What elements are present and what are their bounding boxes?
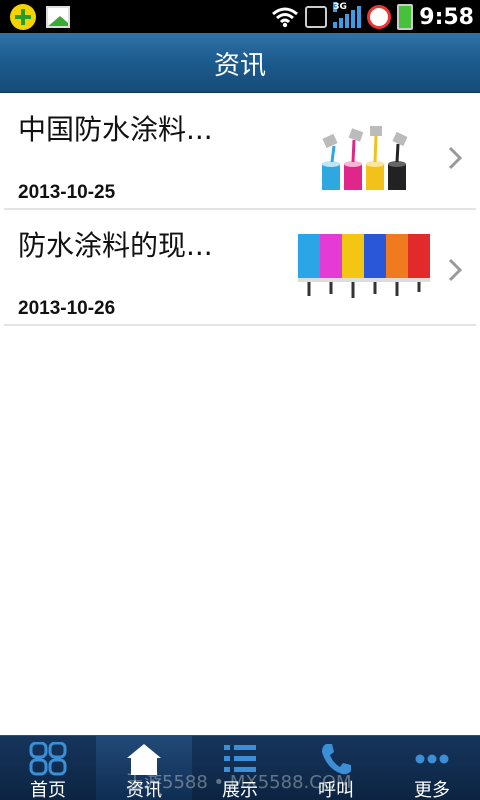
list-icon — [224, 745, 256, 772]
tab-news[interactable]: 资讯 — [96, 736, 192, 800]
tab-label: 更多 — [414, 780, 450, 800]
page-title: 资讯 — [213, 51, 266, 81]
signal-icon: 3G — [333, 2, 362, 28]
tab-call[interactable]: 呼叫 — [288, 736, 384, 800]
system-icons: 3G 9:58 — [271, 2, 474, 31]
app-plus-icon — [10, 4, 36, 30]
chevron-right-icon — [448, 146, 462, 170]
tab-bar: 首页 资讯 展示 呼叫 更多 — [0, 735, 480, 800]
tab-home[interactable]: 首页 — [0, 736, 96, 800]
tab-more[interactable]: 更多 — [384, 736, 480, 800]
house-icon — [127, 744, 161, 775]
phone-icon — [322, 744, 351, 775]
notification-icons — [10, 4, 70, 30]
status-time: 9:58 — [419, 4, 474, 30]
paint-cans-image — [322, 126, 408, 190]
news-list: 中国防水涂料... 2013-10-25 防水涂料的现... 2013-10-2… — [0, 94, 480, 326]
battery-icon — [397, 4, 414, 30]
more-dots-icon — [415, 754, 449, 764]
news-title: 中国防水涂料... — [18, 113, 213, 146]
tab-label: 资讯 — [126, 780, 162, 800]
status-bar: 3G 9:58 — [0, 0, 480, 33]
tab-label: 首页 — [30, 780, 66, 800]
wifi-icon — [272, 7, 299, 28]
network-type: 3G — [333, 2, 347, 12]
news-date: 2013-10-25 — [18, 182, 116, 203]
gallery-icon — [46, 6, 70, 28]
tab-label: 展示 — [222, 780, 258, 800]
news-title: 防水涂料的现... — [18, 229, 213, 262]
news-date: 2013-10-26 — [18, 298, 116, 319]
tab-label: 呼叫 — [318, 780, 354, 800]
home-grid-icon — [29, 742, 67, 776]
news-item[interactable]: 中国防水涂料... 2013-10-25 — [4, 94, 476, 210]
chevron-right-icon — [448, 258, 462, 282]
alarm-clock-icon — [367, 5, 392, 29]
vibrate-icon — [305, 6, 328, 28]
paint-rollers-image — [298, 234, 430, 298]
title-bar: 资讯 — [0, 33, 480, 93]
tab-showcase[interactable]: 展示 — [192, 736, 288, 800]
news-item[interactable]: 防水涂料的现... 2013-10-26 — [4, 210, 476, 326]
